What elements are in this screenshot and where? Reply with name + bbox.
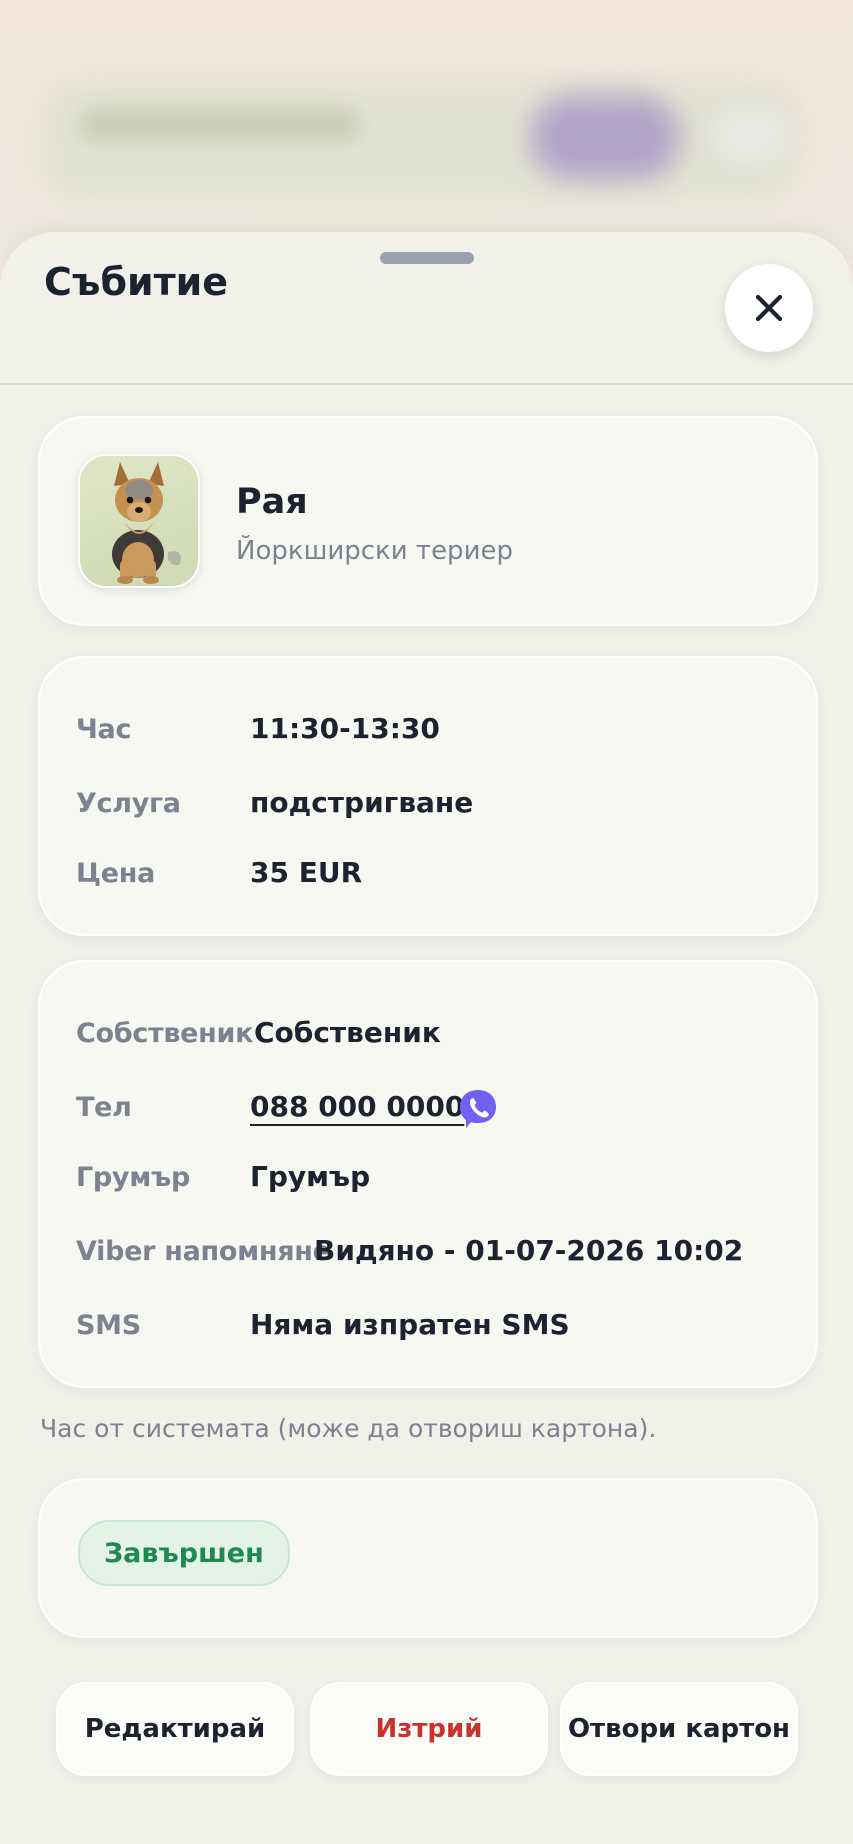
time-label: Час (76, 714, 132, 745)
sms-label: SMS (76, 1310, 141, 1341)
groomer-label: Грумър (76, 1162, 191, 1193)
viber-reminder-label: Viber напомняне (76, 1236, 331, 1267)
appointment-details-card: Час 11:30-13:30 Услуга подстригване Цена… (38, 656, 818, 936)
time-value: 11:30-13:30 (250, 712, 440, 745)
owner-label: Собственик (76, 1018, 254, 1049)
service-value: подстригване (250, 786, 474, 819)
status-badge[interactable]: Завършен (78, 1520, 290, 1586)
delete-button[interactable]: Изтрий (310, 1682, 548, 1776)
event-bottom-sheet: Събитие Рая Йоркширски териер Час 11:30-… (0, 232, 853, 1844)
sheet-drag-handle[interactable] (380, 252, 474, 264)
groomer-value: Грумър (250, 1160, 371, 1193)
pet-breed: Йоркширски териер (236, 536, 513, 566)
service-label: Услуга (76, 788, 181, 819)
status-card: Завършен (38, 1478, 818, 1638)
background-blurred-icon (710, 105, 790, 165)
system-appointment-note: Час от системата (може да отвориш картон… (40, 1414, 657, 1443)
pet-avatar (78, 454, 200, 588)
phone-link[interactable]: 088 000 0000 (250, 1090, 464, 1123)
viber-reminder-value: Видяно - 01-07-2026 10:02 (314, 1234, 744, 1267)
edit-button[interactable]: Редактирай (56, 1682, 294, 1776)
header-divider (0, 383, 853, 385)
background-blurred-button (530, 95, 680, 180)
background-blurred-title (80, 110, 360, 140)
price-value: 35 EUR (250, 856, 363, 889)
open-card-button[interactable]: Отвори картон (560, 1682, 798, 1776)
background-blurred-toolbar (40, 80, 800, 200)
pet-name: Рая (236, 482, 308, 522)
close-button[interactable] (725, 264, 813, 352)
phone-label: Тел (76, 1092, 132, 1123)
close-icon (755, 294, 783, 322)
owner-details-card: Собственик Собственик Тел 088 000 0000 Г… (38, 960, 818, 1388)
yorkshire-terrier-icon (112, 462, 181, 584)
sheet-title: Събитие (44, 260, 229, 304)
price-label: Цена (76, 858, 156, 889)
owner-value: Собственик (254, 1016, 441, 1049)
pet-card[interactable]: Рая Йоркширски териер (38, 416, 818, 626)
sms-value: Няма изпратен SMS (250, 1308, 570, 1341)
viber-icon[interactable] (458, 1088, 498, 1132)
